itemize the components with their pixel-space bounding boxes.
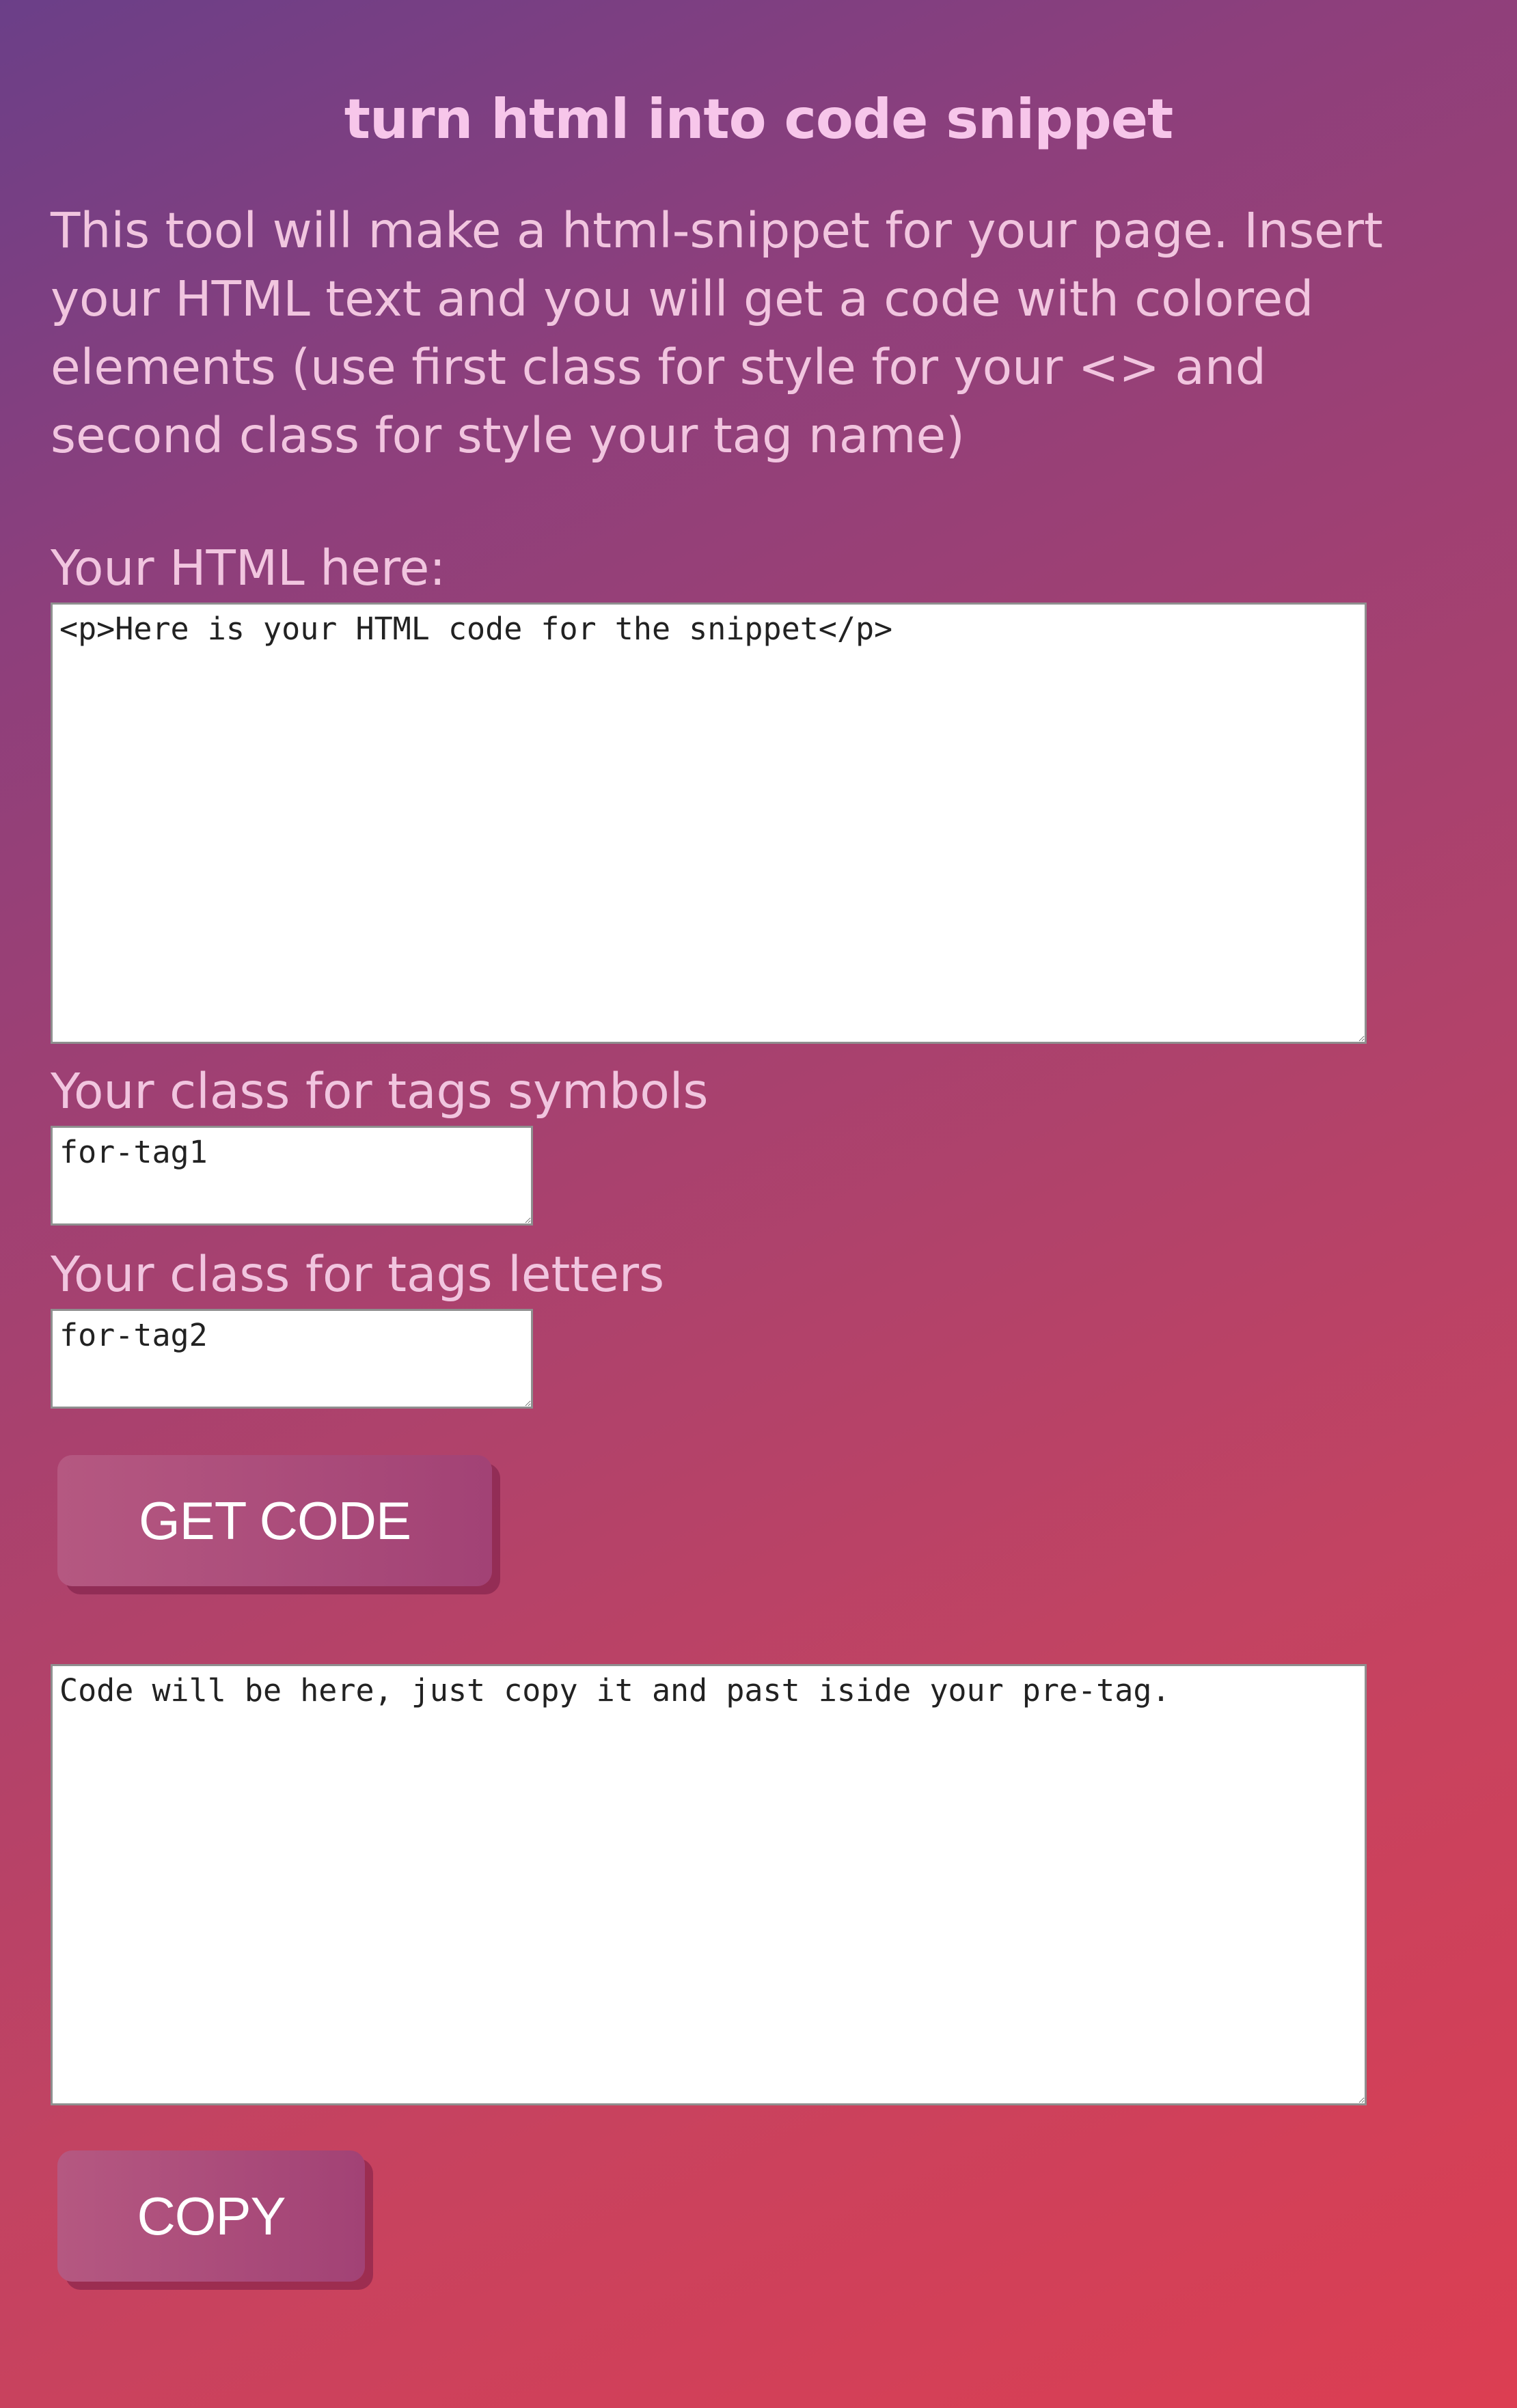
tag-letters-label: Your class for tags letters (51, 1246, 665, 1303)
copy-button[interactable]: COPY (57, 2150, 365, 2282)
tag-symbols-input[interactable]: for-tag1 (51, 1126, 533, 1226)
tag-letters-input[interactable]: for-tag2 (51, 1309, 533, 1409)
output-code-textarea[interactable]: Code will be here, just copy it and past… (51, 1664, 1367, 2105)
page-title: turn html into code snippet (344, 87, 1174, 151)
html-input-textarea[interactable]: <p>Here is your HTML code for the snippe… (51, 603, 1367, 1044)
html-input-label: Your HTML here: (51, 540, 446, 596)
page: turn html into code snippet This tool wi… (0, 0, 1517, 2408)
intro-text: This tool will make a html-snippet for y… (51, 202, 1383, 464)
tag-symbols-label: Your class for tags symbols (51, 1063, 709, 1120)
get-code-button[interactable]: GET CODE (57, 1455, 492, 1586)
